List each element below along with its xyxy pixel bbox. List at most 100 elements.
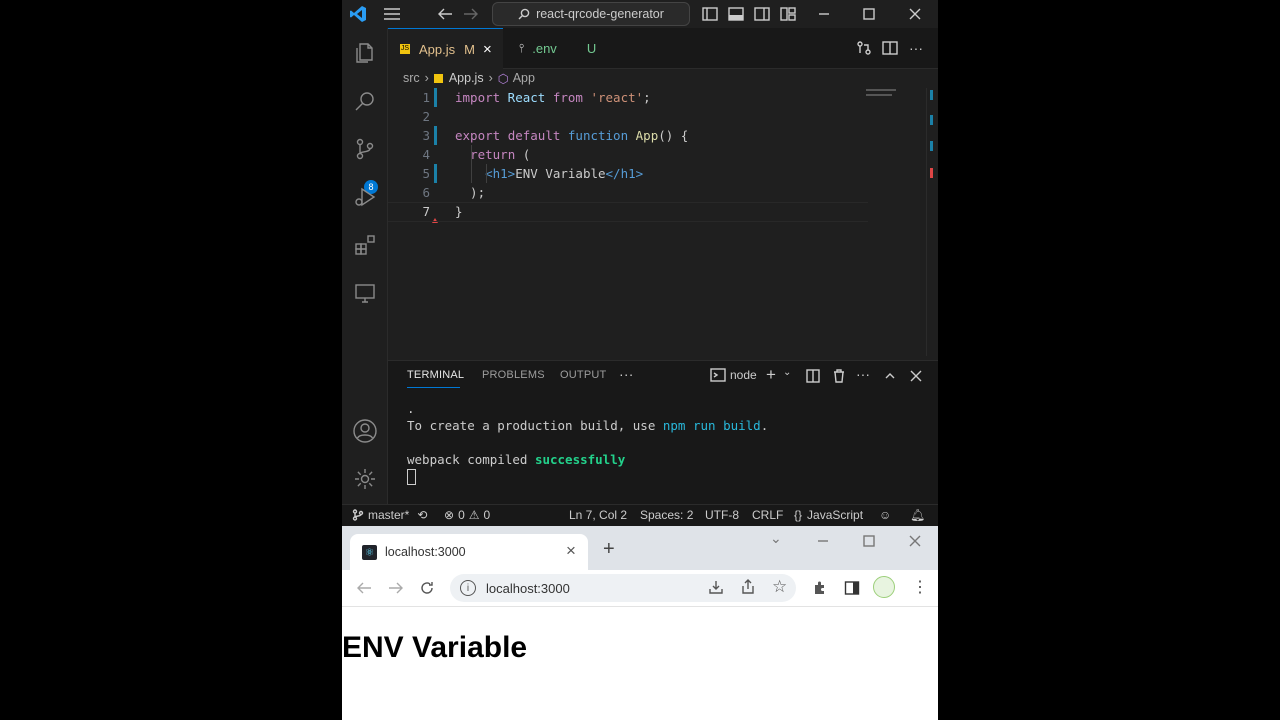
terminal-output[interactable]: . To create a production build, use npm r… [407,401,768,469]
split-editor-icon[interactable] [880,38,900,58]
title-bar: react-qrcode-generator [342,0,938,28]
braces-icon: {} [794,508,803,522]
forward-arrow-icon[interactable] [388,581,404,600]
search-icon [518,8,530,20]
settings-gear-icon[interactable] [350,464,380,494]
more-actions-icon[interactable]: ··· [856,366,870,382]
new-terminal-icon[interactable]: + [766,365,776,385]
new-tab-icon[interactable]: + [603,538,615,561]
menu-icon[interactable] [382,4,402,24]
browser-menu-icon[interactable]: ⋮ [912,577,928,597]
customize-layout-icon[interactable] [778,4,798,24]
terminal-token: successfully [534,452,626,467]
accounts-icon[interactable] [350,416,380,446]
tab-app-js[interactable]: JS App.js M × [388,28,503,69]
breadcrumb-folder[interactable]: src [403,71,420,85]
tab-search-icon[interactable]: ⌄ [770,530,782,547]
code-token: default [507,128,561,143]
breadcrumb-file[interactable]: App.js [449,71,484,85]
chevron-down-icon[interactable]: ⌄ [783,367,791,378]
bottom-panel: TERMINAL PROBLEMS OUTPUT ··· node + ⌄ ··… [388,360,938,505]
line-number: 4 [422,147,430,162]
source-control-icon[interactable] [350,134,380,164]
bookmark-star-icon[interactable]: ☆ [772,577,787,597]
maximize-icon[interactable] [863,534,875,552]
side-panel-icon[interactable] [844,580,860,601]
close-icon[interactable] [905,4,925,24]
sync-icon[interactable]: ⟲ [417,508,427,522]
trash-icon[interactable] [832,369,846,388]
language-mode[interactable]: {} JavaScript [794,508,863,522]
extensions-puzzle-icon[interactable] [812,580,828,601]
profile-avatar[interactable] [873,576,895,598]
site-info-icon[interactable]: i [460,580,476,596]
code-line[interactable]: 4 return ( [388,145,888,164]
encoding[interactable]: UTF-8 [705,508,739,522]
branch-name: master* [368,508,410,522]
breadcrumb-symbol[interactable]: App [513,71,535,85]
toggle-secondary-sidebar-icon[interactable] [752,4,772,24]
close-panel-icon[interactable] [910,369,922,387]
address-bar[interactable]: i localhost:3000 ☆ [450,574,796,602]
split-terminal-icon[interactable] [806,369,820,388]
scrollbar-overview-ruler[interactable] [926,88,939,356]
toggle-panel-icon[interactable] [726,4,746,24]
more-actions-icon[interactable]: ··· [906,38,926,58]
back-arrow-icon[interactable] [435,4,455,24]
code-token: ENV Variable [515,166,606,181]
remote-explorer-icon[interactable] [350,278,380,308]
code-line[interactable]: 5 <h1>ENV Variable</h1> [388,164,888,183]
code-token: export [455,128,501,143]
chevron-right-icon: › [424,71,429,85]
minimap[interactable] [866,88,904,98]
browser-tab-title: localhost:3000 [385,545,466,559]
current-line-highlight [388,202,868,222]
explorer-icon[interactable] [350,38,380,68]
tab-env[interactable]: ⫯ .env U [505,28,615,68]
branch-status[interactable]: master* ⟲ [352,508,427,522]
close-tab-icon[interactable]: × [566,541,576,561]
extensions-icon[interactable] [350,230,380,260]
activity-bar: 8 [342,28,388,504]
minimize-icon[interactable] [814,4,834,24]
back-arrow-icon[interactable] [356,581,372,600]
more-tabs-icon[interactable]: ··· [619,366,634,382]
toggle-primary-sidebar-icon[interactable] [700,4,720,24]
maximize-panel-icon[interactable] [884,369,896,387]
code-text: <h1>ENV Variable</h1> [455,166,643,181]
code-line[interactable]: 1 import React from 'react'; [388,88,888,107]
run-debug-icon[interactable] [350,182,380,212]
code-line[interactable]: 6 ); [388,183,888,202]
feedback-icon[interactable]: ☺ [879,508,891,522]
code-token: () { [658,128,689,143]
code-line[interactable]: 2 [388,107,888,126]
reload-icon[interactable] [419,580,435,601]
tab-problems[interactable]: PROBLEMS [482,369,545,381]
maximize-icon[interactable] [859,4,879,24]
open-changes-icon[interactable] [854,38,874,58]
share-icon[interactable] [740,579,756,598]
command-center-search[interactable]: react-qrcode-generator [492,2,690,26]
browser-tab[interactable]: ⚛ localhost:3000 × [350,534,588,570]
notifications-bell-icon[interactable]: 🔔︎ [910,508,925,522]
cursor-position[interactable]: Ln 7, Col 2 [569,508,627,522]
search-icon[interactable] [350,86,380,116]
url-text: localhost:3000 [486,580,570,596]
settings-file-icon: ⫯ [519,40,525,55]
close-icon[interactable] [909,534,921,552]
line-number: 3 [422,128,430,143]
forward-arrow-icon[interactable] [461,4,481,24]
install-app-icon[interactable] [708,579,724,598]
terminal-selector[interactable]: node [710,368,757,382]
code-editor[interactable]: 1 import React from 'react'; 2 3 export defa… [388,88,938,356]
tab-terminal[interactable]: TERMINAL [407,369,464,381]
close-tab-icon[interactable]: × [483,41,492,58]
indent-guide [486,164,487,183]
minimize-icon[interactable] [817,534,829,552]
indentation[interactable]: Spaces: 2 [640,508,693,522]
tab-output[interactable]: OUTPUT [560,369,606,381]
code-line[interactable]: 3 export default function App() { [388,126,888,145]
end-of-line[interactable]: CRLF [752,508,783,522]
problems-status[interactable]: ⊗ 0 ⚠ 0 [444,508,490,522]
